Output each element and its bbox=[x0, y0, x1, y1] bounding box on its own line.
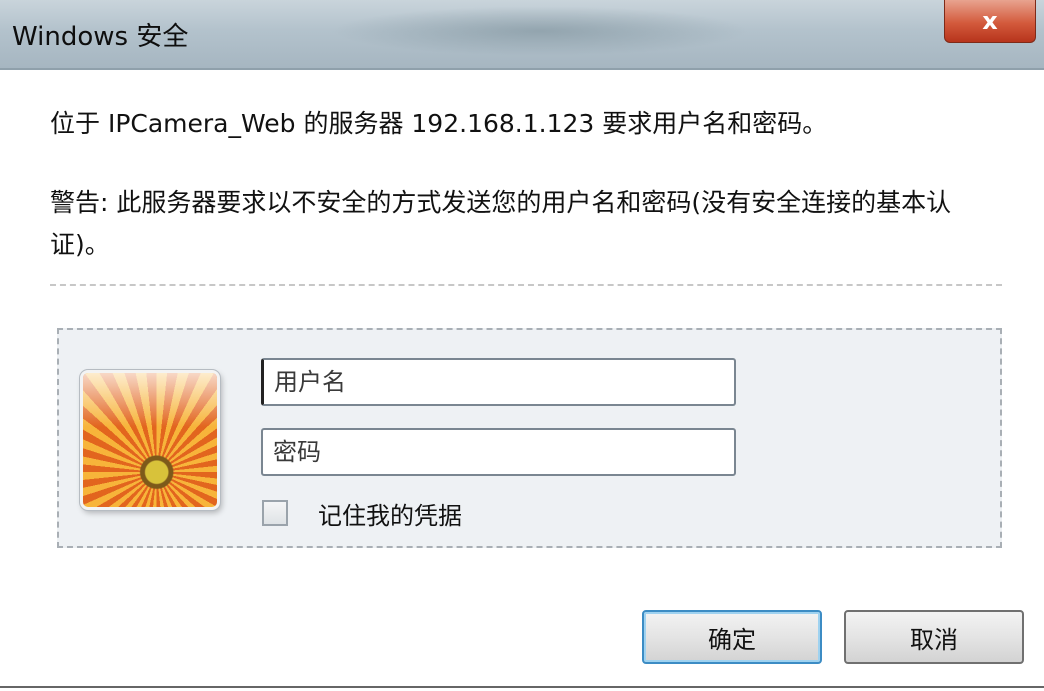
remember-checkbox[interactable] bbox=[262, 500, 288, 526]
cancel-button-label: 取消 bbox=[910, 625, 958, 654]
remember-credentials[interactable]: 记住我的凭据 bbox=[262, 496, 462, 530]
ok-button-label: 确定 bbox=[708, 625, 756, 654]
security-warning: 警告: 此服务器要求以不安全的方式发送您的用户名和密码(没有安全连接的基本认证)… bbox=[50, 188, 952, 259]
server-message: 位于 IPCamera_Web 的服务器 192.168.1.123 要求用户名… bbox=[50, 109, 828, 138]
cancel-button[interactable]: 取消 bbox=[844, 610, 1024, 664]
remember-label: 记住我的凭据 bbox=[318, 501, 462, 530]
window-titlebar: Windows 安全 x bbox=[0, 0, 1044, 70]
window-title: Windows 安全 bbox=[12, 22, 189, 52]
flower-picture-icon bbox=[80, 370, 220, 510]
close-button[interactable]: x bbox=[944, 0, 1036, 43]
dialog-content: 位于 IPCamera_Web 的服务器 192.168.1.123 要求用户名… bbox=[0, 70, 1044, 691]
ok-button[interactable]: 确定 bbox=[642, 610, 822, 664]
separator bbox=[50, 284, 1002, 286]
close-icon: x bbox=[982, 7, 998, 35]
username-input[interactable] bbox=[261, 358, 736, 406]
password-input[interactable] bbox=[261, 428, 736, 476]
bottom-border bbox=[0, 686, 1044, 688]
titlebar-glass bbox=[330, 6, 750, 56]
